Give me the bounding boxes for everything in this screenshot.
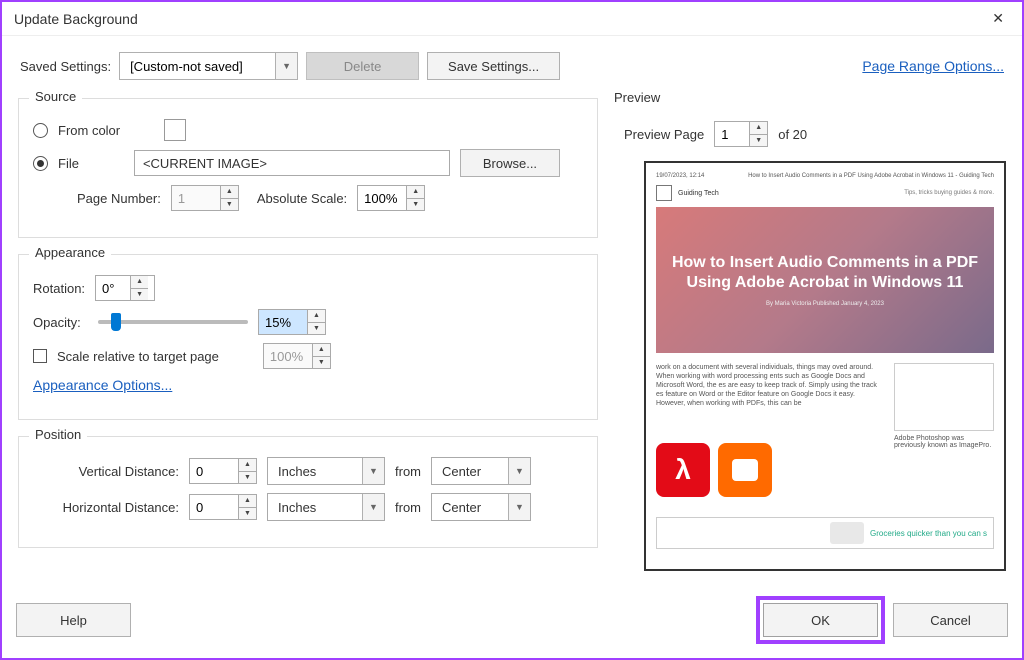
vertical-distance-label: Vertical Distance: <box>53 464 179 479</box>
vertical-unit-select[interactable]: Inches▼ <box>267 457 385 485</box>
pdf-icon: λ <box>656 443 710 497</box>
chevron-up-icon: ▲ <box>313 344 330 357</box>
saved-settings-dropdown[interactable]: ▼ <box>119 52 298 80</box>
from-color-radio[interactable] <box>33 123 48 138</box>
logo-icon <box>656 185 672 201</box>
preview-page-spinner[interactable]: ▲▼ <box>714 121 768 147</box>
from-label: from <box>395 464 421 479</box>
preview-document: 19/07/2023, 12:14How to Insert Audio Com… <box>644 161 1006 571</box>
save-settings-button[interactable]: Save Settings... <box>427 52 560 80</box>
appearance-legend: Appearance <box>29 245 111 260</box>
saved-settings-label: Saved Settings: <box>20 59 111 74</box>
appearance-options-link[interactable]: Appearance Options... <box>33 377 172 393</box>
chevron-down-icon[interactable]: ▼ <box>275 53 297 79</box>
ad-banner: Groceries quicker than you can s <box>656 517 994 549</box>
preview-legend: Preview <box>614 90 1006 111</box>
horizontal-distance-spinner[interactable]: ▲▼ <box>189 494 257 520</box>
ok-button[interactable]: OK <box>763 603 878 637</box>
source-group: Source From color File <CURRENT IMAGE> B… <box>18 98 598 238</box>
horizontal-ref-select[interactable]: Center▼ <box>431 493 531 521</box>
position-group: Position Vertical Distance: ▲▼ Inches▼ f… <box>18 436 598 548</box>
scale-relative-label: Scale relative to target page <box>57 349 219 364</box>
chevron-up-icon[interactable]: ▲ <box>221 186 238 199</box>
scale-relative-spinner: ▲▼ <box>263 343 331 369</box>
source-legend: Source <box>29 89 82 104</box>
vertical-ref-select[interactable]: Center▼ <box>431 457 531 485</box>
chevron-down-icon[interactable]: ▼ <box>407 199 424 211</box>
chevron-down-icon[interactable]: ▼ <box>221 199 238 211</box>
file-radio[interactable] <box>33 156 48 171</box>
file-label: File <box>58 156 79 171</box>
rotation-label: Rotation: <box>33 281 85 296</box>
appearance-group: Appearance Rotation: ▲▼ Opacity: ▲▼ Scal… <box>18 254 598 420</box>
color-swatch[interactable] <box>164 119 186 141</box>
vertical-distance-spinner[interactable]: ▲▼ <box>189 458 257 484</box>
from-color-label: From color <box>58 123 120 138</box>
browse-button[interactable]: Browse... <box>460 149 560 177</box>
delete-button[interactable]: Delete <box>306 52 419 80</box>
chevron-up-icon[interactable]: ▲ <box>407 186 424 199</box>
absolute-scale-spinner[interactable]: ▲▼ <box>357 185 425 211</box>
file-path-field[interactable]: <CURRENT IMAGE> <box>134 150 450 176</box>
page-number-spinner[interactable]: ▲▼ <box>171 185 239 211</box>
chevron-down-icon[interactable]: ▼ <box>131 289 148 301</box>
window-title: Update Background <box>14 11 138 27</box>
preview-page-total: of 20 <box>778 127 807 142</box>
close-icon[interactable]: ✕ <box>986 10 1010 27</box>
absolute-scale-label: Absolute Scale: <box>257 191 347 206</box>
help-button[interactable]: Help <box>16 603 131 637</box>
chevron-up-icon[interactable]: ▲ <box>308 310 325 323</box>
preview-page-label: Preview Page <box>624 127 704 142</box>
from-label: from <box>395 500 421 515</box>
position-legend: Position <box>29 427 87 442</box>
audio-icon <box>718 443 772 497</box>
cancel-button[interactable]: Cancel <box>893 603 1008 637</box>
chevron-down-icon[interactable]: ▼ <box>308 323 325 335</box>
opacity-label: Opacity: <box>33 315 88 330</box>
horizontal-unit-select[interactable]: Inches▼ <box>267 493 385 521</box>
horizontal-distance-label: Horizontal Distance: <box>53 500 179 515</box>
page-number-label: Page Number: <box>77 191 161 206</box>
scale-relative-checkbox[interactable] <box>33 349 47 363</box>
opacity-slider[interactable] <box>98 320 248 324</box>
opacity-spinner[interactable]: ▲▼ <box>258 309 326 335</box>
rotation-spinner[interactable]: ▲▼ <box>95 275 155 301</box>
page-range-options-link[interactable]: Page Range Options... <box>862 58 1004 74</box>
chevron-up-icon[interactable]: ▲ <box>131 276 148 289</box>
chevron-down-icon: ▼ <box>313 357 330 369</box>
preview-panel: Preview Preview Page ▲▼ of 20 19/07/2023… <box>614 90 1006 571</box>
saved-settings-value[interactable] <box>120 53 275 79</box>
